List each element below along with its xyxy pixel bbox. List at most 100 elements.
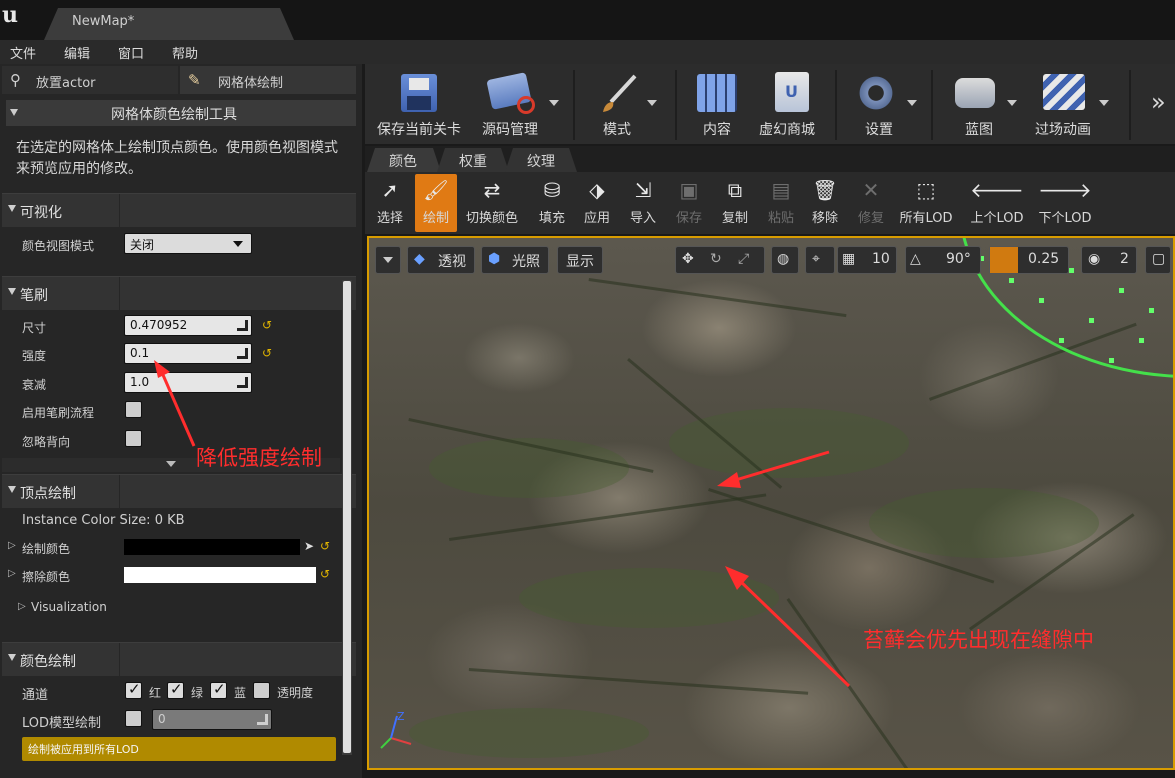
save-level-button[interactable]: 保存当前关卡 bbox=[365, 64, 475, 144]
remove-tool[interactable]: 🗑 移除 bbox=[803, 174, 847, 232]
lod-checkbox[interactable] bbox=[125, 710, 142, 727]
tool-header[interactable]: 网格体颜色绘制工具 bbox=[6, 100, 356, 126]
tab-mesh-paint[interactable]: ✎ 网格体绘制 bbox=[180, 66, 356, 94]
swap-color-label: 切换颜色 bbox=[465, 211, 518, 226]
reset-arrow-icon[interactable]: ↺ bbox=[262, 318, 272, 332]
rotation-snap-value: 90° bbox=[946, 251, 971, 267]
expand-caret-icon[interactable]: ▷ bbox=[8, 568, 16, 579]
grid-snap-button[interactable]: ▦ 10 bbox=[837, 246, 897, 274]
viewport-options-button[interactable] bbox=[375, 246, 401, 274]
ignore-backface-checkbox[interactable] bbox=[125, 430, 142, 447]
reset-arrow-icon[interactable]: ↺ bbox=[320, 539, 330, 553]
tab-weight[interactable]: 权重 bbox=[437, 148, 509, 172]
separator bbox=[1129, 70, 1131, 140]
rotate-icon[interactable]: ↻ bbox=[710, 251, 722, 267]
save-tool-label: 保存 bbox=[675, 211, 702, 226]
save-icon bbox=[401, 74, 437, 112]
menu-window[interactable]: 窗口 bbox=[118, 43, 144, 62]
scale-icon[interactable]: ⤢ bbox=[738, 251, 749, 267]
separator bbox=[835, 70, 837, 140]
fix-tool[interactable]: ✕ 修复 bbox=[849, 174, 893, 232]
apply-all-lod-button[interactable]: 绘制被应用到所有LOD bbox=[22, 737, 336, 761]
section-color-paint[interactable]: 颜色绘制 bbox=[2, 642, 356, 677]
tool-title: 网格体颜色绘制工具 bbox=[111, 107, 237, 123]
select-tool[interactable]: ➚ 选择 bbox=[369, 174, 411, 232]
visualization-label[interactable]: Visualization bbox=[31, 600, 107, 614]
import-tool[interactable]: ⇲ 导入 bbox=[621, 174, 665, 232]
perspective-label: 透视 bbox=[438, 254, 466, 270]
world-local-button[interactable]: ◍ bbox=[771, 246, 799, 274]
swap-color-tool[interactable]: ⇄ 切换颜色 bbox=[461, 174, 523, 232]
rotation-snap-button[interactable]: △ 90° bbox=[905, 246, 981, 274]
channel-alpha-checkbox[interactable] bbox=[253, 682, 270, 699]
section-visualization[interactable]: 可视化 bbox=[2, 193, 356, 228]
apply-tool[interactable]: ⬗ 应用 bbox=[575, 174, 619, 232]
paint-tool[interactable]: 🖌 绘制 bbox=[415, 174, 457, 232]
copy-tool[interactable]: ⧉ 复制 bbox=[713, 174, 757, 232]
pick-arrow-icon[interactable]: ➤ bbox=[304, 539, 314, 553]
next-lod-tool[interactable]: 🡒 下个LOD bbox=[1033, 174, 1097, 232]
expand-triangle-icon bbox=[8, 288, 16, 295]
lighting-button[interactable]: ⬢ 光照 bbox=[481, 246, 549, 274]
scrollbar-thumb[interactable] bbox=[343, 281, 351, 753]
more-chevron-icon[interactable]: » bbox=[1151, 88, 1166, 116]
maximize-viewport-button[interactable]: ▢ bbox=[1145, 246, 1171, 274]
paste-tool[interactable]: ▤ 粘贴 bbox=[759, 174, 803, 232]
channel-red-checkbox[interactable] bbox=[125, 680, 142, 699]
vertex-dot bbox=[1149, 308, 1154, 313]
tab-texture[interactable]: 纹理 bbox=[505, 148, 577, 172]
cinematics-button[interactable]: 过场动画 bbox=[1025, 64, 1121, 144]
camera-speed-button[interactable]: ◉ 2 bbox=[1081, 246, 1137, 274]
settings-button[interactable]: 设置 bbox=[841, 64, 925, 144]
source-control-button[interactable]: 源码管理 bbox=[477, 64, 567, 144]
perspective-icon: ◆ bbox=[414, 251, 425, 267]
brush-icon: ✎ bbox=[188, 71, 201, 89]
no-entry-icon bbox=[517, 96, 535, 114]
fill-tool[interactable]: ⛁ 填充 bbox=[531, 174, 573, 232]
perspective-button[interactable]: ◆ 透视 bbox=[407, 246, 475, 274]
reset-arrow-icon[interactable]: ↺ bbox=[320, 567, 330, 581]
menu-file[interactable]: 文件 bbox=[10, 43, 36, 62]
menu-edit[interactable]: 编辑 bbox=[64, 43, 90, 62]
vertex-dot bbox=[1109, 358, 1114, 363]
paint-color-label: 绘制颜色 bbox=[22, 542, 71, 556]
color-view-mode-dropdown[interactable]: 关闭 bbox=[124, 233, 252, 254]
erase-color-swatch[interactable] bbox=[124, 567, 316, 583]
tab-place-actor[interactable]: ⚲ 放置actor bbox=[2, 66, 178, 94]
expand-caret-icon[interactable]: ▷ bbox=[8, 540, 16, 551]
collapse-icon bbox=[10, 109, 18, 116]
channel-green-checkbox[interactable] bbox=[167, 680, 184, 699]
surface-snap-button[interactable]: ⌖ bbox=[805, 246, 835, 274]
map-tab[interactable]: NewMap* bbox=[44, 8, 294, 40]
camera-icon: ◉ bbox=[1088, 251, 1101, 267]
channel-blue-checkbox[interactable] bbox=[210, 680, 227, 699]
show-label: 显示 bbox=[566, 254, 594, 270]
enable-flow-checkbox[interactable] bbox=[125, 401, 142, 418]
tab-color[interactable]: 颜色 bbox=[367, 148, 441, 172]
all-lod-tool[interactable]: ⬚ 所有LOD bbox=[895, 174, 957, 232]
content-button[interactable]: 内容 bbox=[681, 64, 757, 144]
save-tool[interactable]: ▣ 保存 bbox=[667, 174, 711, 232]
modes-button[interactable]: 模式 bbox=[579, 64, 669, 144]
expand-triangle-icon bbox=[8, 205, 16, 212]
viewport[interactable]: ◆ 透视 ⬢ 光照 显示 ✥ ↻ ⤢ ◍ ⌖ ▦ 10 △ 90° 0.25 ◉… bbox=[367, 236, 1175, 770]
expand-caret-icon[interactable]: ▷ bbox=[18, 601, 26, 612]
unreal-logo-icon[interactable]: u bbox=[2, 2, 28, 28]
paint-color-swatch[interactable] bbox=[124, 539, 300, 555]
divider bbox=[119, 475, 120, 509]
transform-tools[interactable]: ✥ ↻ ⤢ bbox=[675, 246, 765, 274]
prev-lod-tool[interactable]: 🡐 上个LOD bbox=[965, 174, 1029, 232]
section-vertex-paint[interactable]: 顶点绘制 bbox=[2, 474, 356, 509]
section-brush[interactable]: 笔刷 bbox=[2, 276, 356, 311]
reset-arrow-icon[interactable]: ↺ bbox=[262, 346, 272, 360]
menu-help[interactable]: 帮助 bbox=[172, 43, 198, 62]
blueprints-button[interactable]: 蓝图 bbox=[937, 64, 1021, 144]
scale-snap-button[interactable]: 0.25 bbox=[989, 246, 1069, 274]
svg-text:Z: Z bbox=[397, 710, 405, 723]
show-button[interactable]: 显示 bbox=[557, 246, 603, 274]
move-icon[interactable]: ✥ bbox=[682, 251, 694, 267]
marketplace-button[interactable]: U 虚幻商城 bbox=[757, 64, 837, 144]
lod-input[interactable]: 0 bbox=[152, 709, 272, 730]
size-input[interactable]: 0.470952 bbox=[124, 315, 252, 336]
section-vertex-paint-title: 顶点绘制 bbox=[20, 486, 76, 502]
